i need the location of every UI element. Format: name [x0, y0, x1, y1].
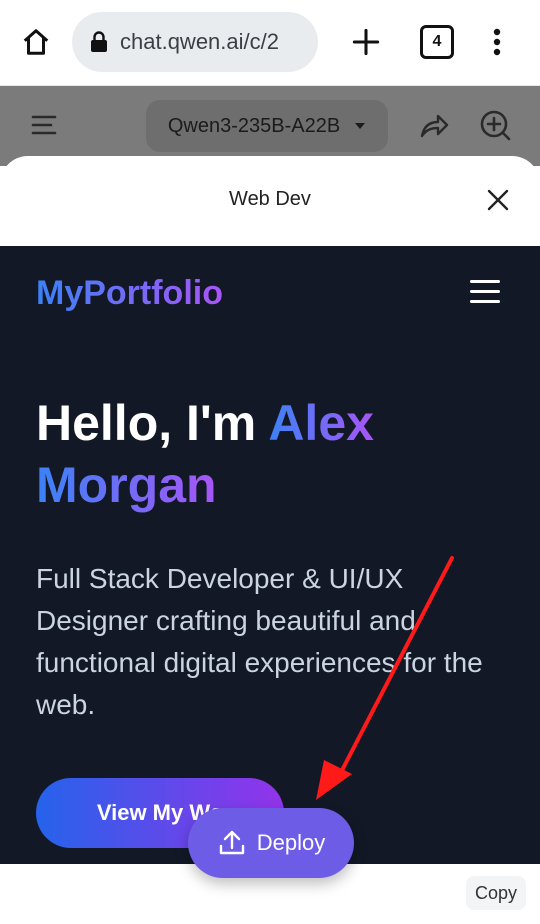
lock-icon: [91, 31, 107, 52]
more-vertical-icon: [493, 28, 501, 56]
hero-title-name-last: Morgan: [36, 457, 217, 513]
share-icon[interactable]: [418, 110, 450, 142]
tab-switcher-button[interactable]: 4: [420, 25, 454, 59]
home-icon: [23, 29, 49, 55]
deploy-label: Deploy: [256, 830, 326, 855]
browser-menu-button[interactable]: [482, 22, 512, 62]
sheet-title: Web Dev: [229, 188, 311, 210]
upload-icon: [219, 830, 244, 855]
sidebar-icon[interactable]: [30, 110, 60, 140]
hero-title-name-first: Alex: [268, 395, 374, 451]
address-bar[interactable]: chat.qwen.ai/c/2: [72, 12, 318, 72]
hamburger-menu-icon[interactable]: [470, 280, 502, 306]
url-text: chat.qwen.ai/c/2: [120, 29, 279, 54]
model-selector[interactable]: Qwen3-235B-A22B: [146, 100, 388, 152]
deploy-button[interactable]: Deploy: [188, 808, 354, 878]
hero-title-prefix: Hello, I'm: [36, 395, 257, 451]
copy-label: Copy: [474, 882, 518, 903]
sheet-header: Web Dev: [0, 156, 540, 246]
chat-header: Qwen3-235B-A22B: [0, 86, 540, 166]
web-preview: MyPortfolio Hello, I'm Alex Morgan Full …: [0, 246, 540, 864]
browser-toolbar: chat.qwen.ai/c/2 4: [0, 0, 540, 86]
site-logo[interactable]: MyPortfolio: [36, 274, 223, 313]
hero-title: Hello, I'm Alex Morgan: [36, 392, 506, 516]
close-icon[interactable]: [484, 186, 512, 214]
new-tab-button[interactable]: [348, 24, 384, 60]
model-name: Qwen3-235B-A22B: [167, 114, 341, 137]
home-button[interactable]: [18, 24, 54, 60]
hero-description: Full Stack Developer & UI/UX Designer cr…: [36, 563, 483, 720]
plus-icon: [352, 28, 380, 56]
tab-count: 4: [432, 33, 442, 50]
new-chat-icon[interactable]: [478, 108, 512, 142]
copy-button[interactable]: Copy: [466, 876, 526, 910]
chevron-down-icon: [355, 123, 366, 129]
